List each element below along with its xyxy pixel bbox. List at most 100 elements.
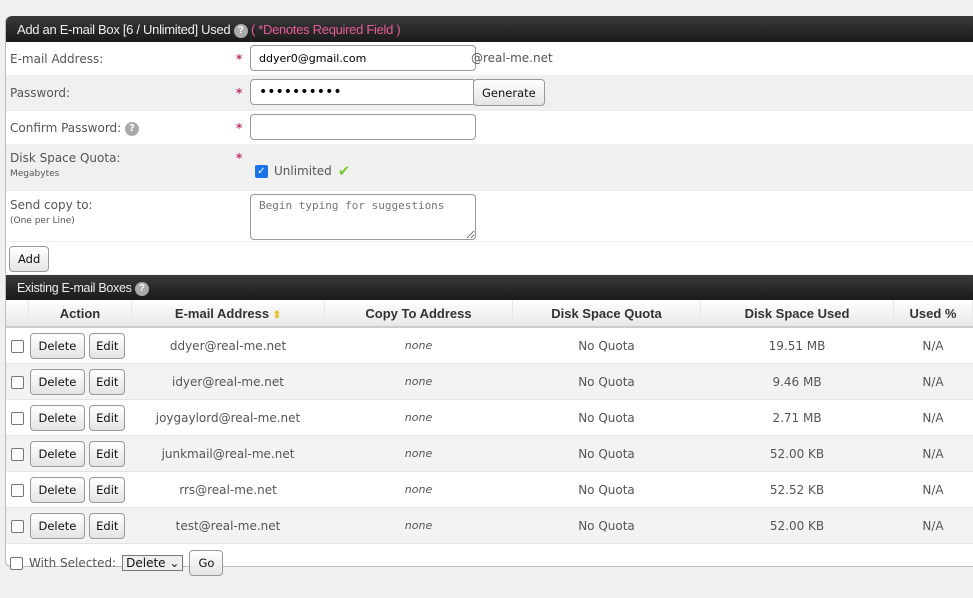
- column-email[interactable]: E-mail Address ⇕: [131, 300, 325, 328]
- column-action: Action: [28, 300, 132, 328]
- column-used: Disk Space Used: [700, 300, 894, 328]
- row-select-cell: [6, 363, 29, 400]
- email-cell: joygaylord@real-me.net: [131, 399, 325, 436]
- used-cell: 9.46 MB: [700, 363, 894, 400]
- panel-header: Existing E-mail Boxes ?: [6, 275, 973, 300]
- table-row: Delete Edit rrs@real-me.net none No Quot…: [6, 471, 973, 508]
- copy-cell: none: [324, 327, 513, 364]
- copy-sub: (One per Line): [10, 216, 75, 226]
- unlimited-checkbox[interactable]: ✓: [255, 164, 268, 178]
- action-cell: Delete Edit: [28, 471, 132, 508]
- confirm-password-row: Confirm Password: ? *: [6, 111, 973, 145]
- quota-label-text: Disk Space Quota:: [10, 151, 121, 165]
- row-checkbox[interactable]: [10, 339, 24, 353]
- confirm-label: Confirm Password: ?: [10, 121, 140, 136]
- action-cell: Delete Edit: [28, 507, 132, 544]
- quota-label: Disk Space Quota: Megabytes: [10, 151, 120, 179]
- required-star: *: [236, 86, 243, 100]
- quota-row: Disk Space Quota: Megabytes * ✓ Unlimited…: [6, 145, 973, 191]
- row-select-cell: [6, 507, 29, 544]
- action-cell: Delete Edit: [28, 435, 132, 472]
- help-icon[interactable]: ?: [125, 121, 140, 136]
- sort-icon[interactable]: ⇕: [273, 310, 281, 321]
- delete-button[interactable]: Delete: [29, 440, 86, 467]
- column-used-pct: Used %: [893, 300, 973, 328]
- add-row: Add: [6, 242, 973, 276]
- edit-button[interactable]: Edit: [89, 476, 126, 503]
- select-all-checkbox[interactable]: [10, 556, 23, 570]
- edit-button[interactable]: Edit: [89, 332, 126, 359]
- bulk-actions: With Selected: Delete ⌄ Go: [6, 544, 973, 582]
- required-star: *: [236, 151, 243, 165]
- delete-button[interactable]: Delete: [29, 404, 86, 431]
- used-pct-cell: N/A: [893, 399, 973, 436]
- add-email-box-panel: Add an E-mail Box [6 / Unlimited] Used ?…: [5, 16, 973, 274]
- select-column: [6, 300, 29, 328]
- existing-boxes-panel: Existing E-mail Boxes ? Action E-mail Ad…: [5, 275, 973, 576]
- copy-row: Send copy to: (One per Line): [6, 191, 973, 242]
- delete-button[interactable]: Delete: [29, 368, 86, 395]
- copy-label: Send copy to: (One per Line): [10, 198, 93, 226]
- confirm-label-text: Confirm Password:: [10, 121, 122, 135]
- used-pct-cell: N/A: [893, 327, 973, 364]
- email-cell: rrs@real-me.net: [131, 471, 325, 508]
- panel-title: Existing E-mail Boxes: [17, 281, 132, 295]
- go-button[interactable]: Go: [189, 550, 224, 576]
- quota-cell: No Quota: [512, 363, 701, 400]
- edit-button[interactable]: Edit: [89, 440, 126, 467]
- used-cell: 52.00 KB: [700, 507, 894, 544]
- email-cell: junkmail@real-me.net: [131, 435, 325, 472]
- quota-cell: No Quota: [512, 399, 701, 436]
- quota-cell: No Quota: [512, 471, 701, 508]
- help-icon[interactable]: ?: [233, 23, 248, 38]
- checkmark-icon: ✔: [337, 162, 351, 180]
- delete-button[interactable]: Delete: [29, 512, 86, 539]
- used-pct-cell: N/A: [893, 363, 973, 400]
- quota-sub: Megabytes: [10, 169, 60, 179]
- used-cell: 52.52 KB: [700, 471, 894, 508]
- unlimited-option[interactable]: ✓ Unlimited ✔: [255, 162, 350, 180]
- used-cell: 52.00 KB: [700, 435, 894, 472]
- copy-cell: none: [324, 399, 513, 436]
- password-row: Password: * Generate: [6, 76, 973, 111]
- email-cell: test@real-me.net: [131, 507, 325, 544]
- used-cell: 19.51 MB: [700, 327, 894, 364]
- password-input[interactable]: [250, 79, 476, 105]
- email-cell: ddyer@real-me.net: [131, 327, 325, 364]
- quota-cell: No Quota: [512, 507, 701, 544]
- add-button[interactable]: Add: [9, 246, 50, 272]
- unlimited-label: Unlimited: [274, 164, 332, 178]
- used-cell: 2.71 MB: [700, 399, 894, 436]
- email-input[interactable]: [250, 45, 476, 71]
- delete-button[interactable]: Delete: [29, 332, 86, 359]
- row-checkbox[interactable]: [10, 519, 24, 533]
- copy-to-textarea[interactable]: [250, 194, 476, 240]
- edit-button[interactable]: Edit: [89, 368, 126, 395]
- row-checkbox[interactable]: [10, 375, 24, 389]
- row-checkbox[interactable]: [10, 483, 24, 497]
- domain-suffix: @real-me.net: [471, 51, 553, 65]
- row-checkbox[interactable]: [10, 447, 24, 461]
- row-select-cell: [6, 471, 29, 508]
- table-row: Delete Edit test@real-me.net none No Quo…: [6, 507, 973, 544]
- copy-cell: none: [324, 471, 513, 508]
- copy-label-text: Send copy to:: [10, 198, 93, 212]
- row-checkbox[interactable]: [10, 411, 24, 425]
- column-email-label: E-mail Address: [174, 305, 270, 321]
- email-boxes-table: Action E-mail Address ⇕ Copy To Address …: [6, 300, 973, 544]
- action-cell: Delete Edit: [28, 363, 132, 400]
- table-row: Delete Edit ddyer@real-me.net none No Qu…: [6, 327, 973, 364]
- used-pct-cell: N/A: [893, 435, 973, 472]
- quota-cell: No Quota: [512, 327, 701, 364]
- email-row: E-mail Address: * @real-me.net: [6, 42, 973, 76]
- delete-button[interactable]: Delete: [29, 476, 86, 503]
- confirm-password-input[interactable]: [250, 114, 476, 140]
- help-icon[interactable]: ?: [134, 281, 149, 296]
- password-label: Password:: [10, 86, 71, 100]
- edit-button[interactable]: Edit: [89, 512, 126, 539]
- generate-button[interactable]: Generate: [473, 79, 545, 106]
- edit-button[interactable]: Edit: [89, 404, 126, 431]
- used-pct-cell: N/A: [893, 507, 973, 544]
- column-quota: Disk Space Quota: [512, 300, 701, 328]
- bulk-action-select[interactable]: Delete ⌄: [122, 555, 184, 571]
